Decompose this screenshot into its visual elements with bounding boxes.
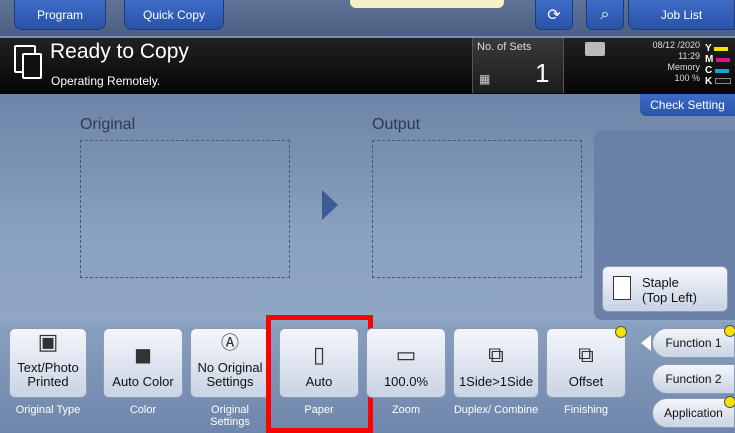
original-preview — [80, 140, 290, 278]
staple-text: Staple (Top Left) — [642, 275, 697, 305]
memory-value: 100 % — [674, 73, 700, 83]
duplex-icon: ⧉ — [488, 342, 504, 367]
original-settings-icon: Ⓐ — [221, 333, 239, 353]
zoom-value: 100.0% — [383, 374, 429, 389]
original-type-value: Text/Photo Printed — [17, 360, 79, 389]
center-tab-indicator — [350, 0, 504, 8]
finishing-icon: ⧉ — [578, 342, 594, 367]
original-type-button[interactable]: ▣ Text/Photo Printed — [9, 328, 87, 398]
keypad-icon: ▦ — [479, 72, 491, 86]
original-label: Original — [80, 116, 136, 133]
toner-c-label: C — [705, 65, 713, 76]
staple-icon — [613, 276, 631, 300]
function1-dot — [724, 325, 735, 337]
toner-levels: Y M C K — [705, 43, 732, 87]
duplex-button[interactable]: ⧉ 1Side>1Side — [453, 328, 539, 398]
staple-line2: (Top Left) — [642, 290, 697, 305]
sets-label: No. of Sets — [477, 41, 532, 53]
color-button[interactable]: ◼ Auto Color — [103, 328, 183, 398]
check-setting-button[interactable]: Check Setting — [640, 94, 735, 116]
output-preview — [372, 140, 582, 278]
toner-m-label: M — [705, 54, 714, 65]
application-button[interactable]: Application — [652, 398, 735, 428]
tab-program[interactable]: Program — [14, 0, 106, 30]
tab-quick-copy[interactable]: Quick Copy — [124, 0, 224, 30]
original-settings-button[interactable]: Ⓐ No Original Settings — [190, 328, 270, 398]
indicator-dot — [615, 326, 627, 338]
zoom-label: Zoom — [391, 404, 421, 416]
finishing-button[interactable]: ⧉ Offset — [546, 328, 626, 398]
original-type-label: Original Type — [15, 404, 81, 416]
auto-color-icon: ◼ — [133, 342, 153, 367]
staple-line1: Staple — [642, 275, 679, 290]
toner-k-label: K — [705, 76, 713, 87]
highlight-box — [266, 315, 373, 433]
function2-button[interactable]: Function 2 — [652, 364, 735, 394]
notification-icon[interactable] — [585, 42, 605, 56]
time-text: 11:29 — [678, 51, 700, 61]
text-photo-icon: ▣ — [37, 329, 59, 354]
arrow-left-icon — [641, 335, 651, 351]
original-settings-value: No Original Settings — [197, 360, 263, 389]
duplex-value: 1Side>1Side — [458, 374, 534, 389]
date-text: 08/12 /2020 — [652, 40, 700, 50]
status-title: Ready to Copy — [50, 40, 189, 63]
duplex-label: Duplex/ Combine — [453, 404, 539, 416]
finishing-label: Finishing — [563, 404, 609, 416]
sets-value: 1 — [535, 58, 550, 88]
arrow-right-icon — [322, 190, 338, 220]
sync-icon[interactable]: ⟳ — [535, 0, 573, 30]
toner-y-label: Y — [705, 43, 712, 54]
zoom-icon: ▭ — [395, 342, 417, 367]
copy-icon-front — [22, 53, 42, 79]
function1-button[interactable]: Function 1 — [652, 328, 735, 358]
date-time: 08/12 /2020 11:29 Memory 100 % — [630, 40, 700, 84]
finishing-value: Offset — [568, 374, 604, 389]
application-dot — [724, 396, 735, 408]
status-subtitle: Operating Remotely. — [51, 74, 161, 88]
search-icon[interactable]: ⌕ — [586, 0, 624, 30]
output-label: Output — [372, 116, 421, 133]
zoom-button[interactable]: ▭ 100.0% — [366, 328, 446, 398]
tab-job-list[interactable]: Job List — [628, 0, 735, 30]
memory-label: Memory — [667, 62, 700, 72]
color-label: Color — [129, 404, 157, 416]
color-value: Auto Color — [112, 374, 174, 389]
original-settings-label: Original Settings — [210, 404, 250, 428]
